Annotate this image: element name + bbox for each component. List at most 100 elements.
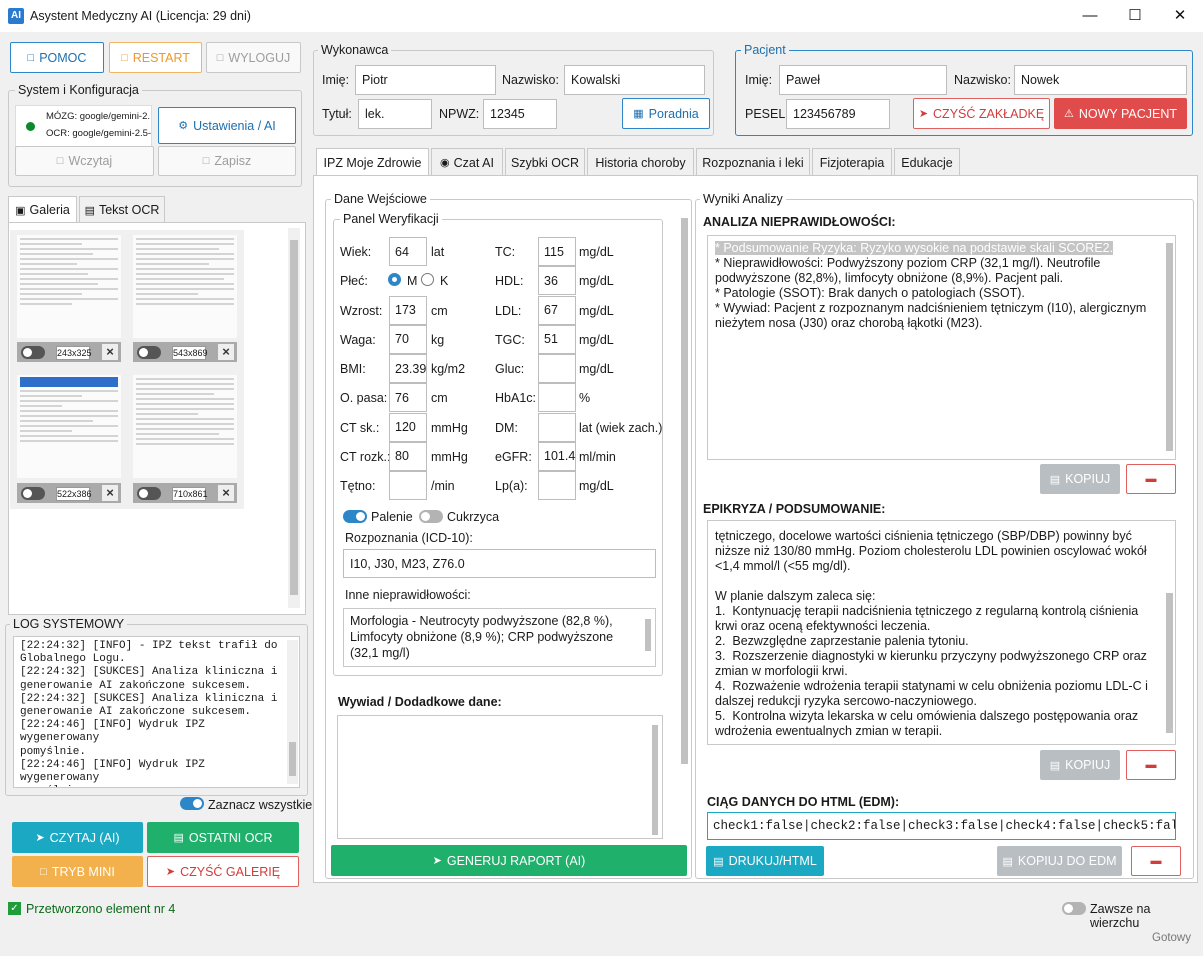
tab-gallery[interactable]: ▣ Galeria bbox=[8, 196, 77, 223]
settings-button[interactable]: ⚙ Ustawienia / AI bbox=[158, 107, 296, 144]
title-bar[interactable]: AI Asystent Medyczny AI (Licencja: 29 dn… bbox=[0, 0, 1203, 32]
tab-education[interactable]: Edukacje bbox=[894, 148, 960, 176]
epicrisis-scroll-thumb[interactable] bbox=[1166, 593, 1173, 733]
print-html-button[interactable]: ▤ DRUKUJ/HTML bbox=[706, 846, 824, 876]
delete-edm-button[interactable]: ▬ bbox=[1131, 846, 1181, 876]
tab-gallery-label: Galeria bbox=[29, 203, 70, 217]
gallery-scrollbar[interactable] bbox=[288, 228, 300, 608]
close-icon[interactable]: × bbox=[218, 485, 234, 501]
abnormalities-scrollbar[interactable] bbox=[1164, 236, 1175, 458]
input-scroll-thumb[interactable] bbox=[681, 218, 688, 764]
gallery-scroll-thumb[interactable] bbox=[290, 240, 298, 595]
history-scrollbar[interactable] bbox=[650, 725, 660, 835]
lab-input[interactable] bbox=[538, 412, 576, 442]
epicrisis-text[interactable]: tętniczego, docelowe wartości ciśnienia … bbox=[707, 520, 1176, 745]
close-icon[interactable]: × bbox=[102, 485, 118, 501]
input-scrollbar[interactable] bbox=[679, 216, 690, 841]
other-scroll-thumb[interactable] bbox=[645, 619, 651, 651]
thumbnail-select-toggle[interactable] bbox=[137, 346, 161, 359]
sex-m-radio[interactable] bbox=[388, 273, 401, 286]
close-button[interactable]: ✕ bbox=[1165, 6, 1195, 26]
vital-input[interactable]: 80 bbox=[389, 441, 427, 471]
gallery-item[interactable] bbox=[17, 235, 121, 338]
save-button[interactable]: □ Zapisz bbox=[158, 146, 296, 176]
last-ocr-label: OSTATNI OCR bbox=[188, 830, 273, 845]
camera-icon: ▣ bbox=[15, 204, 26, 217]
close-icon[interactable]: × bbox=[218, 344, 234, 360]
epicrisis-scrollbar[interactable] bbox=[1164, 521, 1175, 743]
restart-button[interactable]: □ RESTART bbox=[109, 42, 202, 73]
tab-ipz[interactable]: IPZ Moje Zdrowie bbox=[316, 148, 429, 176]
patient-first-name-input[interactable]: Paweł bbox=[779, 65, 947, 95]
log-scrollbar[interactable] bbox=[287, 640, 298, 784]
clinic-button[interactable]: ▦ Poradnia bbox=[622, 98, 710, 129]
smoking-toggle[interactable] bbox=[343, 510, 367, 523]
vital-input[interactable]: 70 bbox=[389, 324, 427, 354]
gallery-item[interactable] bbox=[133, 375, 237, 478]
abnormalities-text[interactable]: * Podsumowanie Ryzyka: Ryzyko wysokie na… bbox=[707, 235, 1176, 460]
tab-diagnoses[interactable]: Rozpoznania i leki bbox=[696, 148, 810, 176]
select-all-toggle[interactable] bbox=[180, 797, 204, 810]
logout-button[interactable]: □ WYLOGUJ bbox=[206, 42, 301, 73]
icd-input[interactable]: I10, J30, M23, Z76.0 bbox=[343, 549, 656, 578]
tab-physio[interactable]: Fizjoterapia bbox=[812, 148, 892, 176]
copy-edm-button[interactable]: ▤ KOPIUJ DO EDM bbox=[997, 846, 1122, 876]
other-scrollbar[interactable] bbox=[643, 613, 653, 663]
clear-tab-button[interactable]: ➤ CZYŚĆ ZAKŁADKĘ bbox=[913, 98, 1050, 129]
performer-first-name-input[interactable]: Piotr bbox=[355, 65, 496, 95]
tab-history[interactable]: Historia choroby bbox=[587, 148, 694, 176]
vital-input[interactable]: 76 bbox=[389, 383, 427, 413]
always-on-top-toggle[interactable] bbox=[1062, 902, 1086, 915]
last-ocr-button[interactable]: ▤ OSTATNI OCR bbox=[147, 822, 299, 853]
edm-input[interactable]: check1:false|check2:false|check3:false|c… bbox=[707, 812, 1176, 840]
diabetes-toggle[interactable] bbox=[419, 510, 443, 523]
thumbnail-select-toggle[interactable] bbox=[137, 487, 161, 500]
copy-epicrisis-button[interactable]: ▤ KOPIUJ bbox=[1040, 750, 1120, 780]
patient-last-name-input[interactable]: Nowek bbox=[1014, 65, 1187, 95]
other-abnormalities-text[interactable]: Morfologia - Neutrocyty podwyższone (82,… bbox=[343, 608, 656, 667]
generate-report-button[interactable]: ➤ GENERUJ RAPORT (AI) bbox=[331, 845, 687, 876]
pesel-input[interactable]: 123456789 bbox=[786, 99, 890, 129]
lab-input[interactable] bbox=[538, 383, 576, 413]
lab-input[interactable]: 115 bbox=[538, 237, 576, 266]
lab-input[interactable]: 36 bbox=[538, 266, 576, 296]
abnormalities-scroll-thumb[interactable] bbox=[1166, 243, 1173, 451]
delete-abnormalities-button[interactable]: ▬ bbox=[1126, 464, 1176, 494]
thumbnail-select-toggle[interactable] bbox=[21, 346, 45, 359]
gallery-item[interactable] bbox=[133, 235, 237, 338]
close-icon[interactable]: × bbox=[102, 344, 118, 360]
clear-gallery-button[interactable]: ➤ CZYŚĆ GALERIĘ bbox=[147, 856, 299, 887]
log-scroll-thumb[interactable] bbox=[289, 742, 296, 776]
read-ai-button[interactable]: ➤ CZYTAJ (AI) bbox=[12, 822, 143, 853]
system-log-text[interactable]: [22:24:32] [INFO] - IPZ tekst trafił do … bbox=[13, 636, 300, 788]
new-patient-button[interactable]: ⚠ NOWY PACJENT bbox=[1054, 98, 1187, 129]
lab-input[interactable]: 101.4 bbox=[538, 441, 576, 471]
vital-input[interactable]: 173 bbox=[389, 295, 427, 325]
performer-last-name-input[interactable]: Kowalski bbox=[564, 65, 705, 95]
minimize-button[interactable]: — bbox=[1075, 6, 1105, 26]
gallery-item[interactable] bbox=[17, 375, 121, 478]
vital-input[interactable]: 64 bbox=[389, 237, 427, 266]
history-scroll-thumb[interactable] bbox=[652, 725, 658, 835]
tab-quick-ocr[interactable]: Szybki OCR bbox=[505, 148, 585, 176]
performer-title-input[interactable]: lek. bbox=[358, 99, 432, 129]
lab-input[interactable]: 51 bbox=[538, 324, 576, 354]
lab-input[interactable] bbox=[538, 471, 576, 500]
vital-input[interactable] bbox=[389, 471, 427, 500]
lab-input[interactable] bbox=[538, 354, 576, 383]
tab-ocr-text[interactable]: ▤ Tekst OCR bbox=[79, 196, 165, 223]
load-button[interactable]: □ Wczytaj bbox=[15, 146, 154, 176]
mini-mode-button[interactable]: □ TRYB MINI bbox=[12, 856, 143, 887]
help-button[interactable]: □ POMOC bbox=[10, 42, 104, 73]
vital-input[interactable]: 23.39 bbox=[389, 354, 427, 383]
delete-epicrisis-button[interactable]: ▬ bbox=[1126, 750, 1176, 780]
sex-k-radio[interactable] bbox=[421, 273, 434, 286]
tab-chat-ai[interactable]: ◉ Czat AI bbox=[431, 148, 503, 176]
lab-input[interactable]: 67 bbox=[538, 295, 576, 325]
maximize-button[interactable]: ☐ bbox=[1120, 6, 1150, 26]
vital-input[interactable]: 120 bbox=[389, 412, 427, 442]
history-input[interactable] bbox=[337, 715, 663, 839]
thumbnail-select-toggle[interactable] bbox=[21, 487, 45, 500]
copy-abnormalities-button[interactable]: ▤ KOPIUJ bbox=[1040, 464, 1120, 494]
npwz-input[interactable]: 12345 bbox=[483, 99, 557, 129]
